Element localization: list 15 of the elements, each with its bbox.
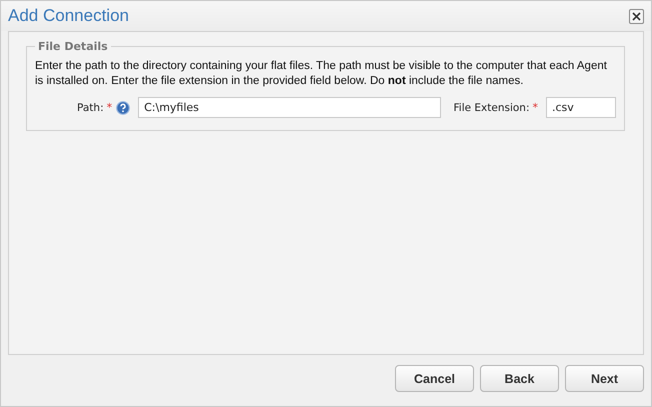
group-legend: File Details	[35, 40, 111, 53]
required-mark: *	[106, 101, 112, 114]
close-icon	[632, 12, 641, 20]
text-field[interactable]: C:\myfiles	[138, 97, 442, 118]
required-mark: *	[532, 101, 538, 114]
dialog-button[interactable]: Back	[480, 365, 559, 392]
window-title: Add Connection	[8, 6, 129, 26]
text-field[interactable]: .csv	[546, 97, 616, 118]
dialog-button[interactable]: Next	[565, 365, 644, 392]
help-icon	[116, 100, 130, 114]
field-label: File Extension:	[454, 102, 530, 114]
close-button[interactable]	[629, 8, 644, 24]
dialog-button[interactable]: Cancel	[395, 365, 474, 392]
instructions-text: Enter the path to the directory containing your flat files. The path must be visible to the computer that each Agent is installed on. Enter the file extension in the provided field below. Do not include the file names.	[35, 59, 608, 89]
field-label: Path:	[77, 102, 104, 114]
